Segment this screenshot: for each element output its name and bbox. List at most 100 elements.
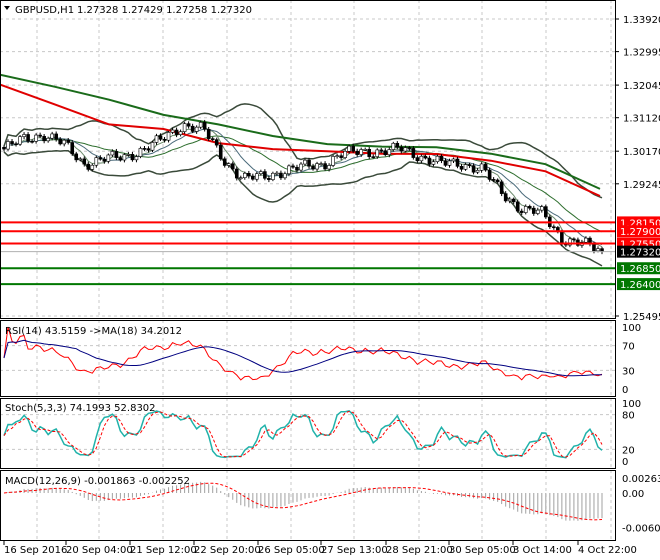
candle-body xyxy=(54,133,58,140)
time-tick-label: 3 Oct 14:00 xyxy=(513,545,572,556)
candle-body xyxy=(166,132,171,141)
candle-body xyxy=(303,159,307,165)
candle-body xyxy=(259,171,263,174)
candle-body xyxy=(363,149,368,151)
price-tick-label: 1.33920 xyxy=(623,15,660,26)
candle-body xyxy=(138,148,143,157)
candle-body xyxy=(158,135,163,140)
candle-body xyxy=(383,150,388,156)
candle-body xyxy=(295,166,299,171)
candle-body xyxy=(459,166,464,170)
candle-body xyxy=(102,158,107,162)
grid xyxy=(0,0,615,540)
time-tick-label: 16 Sep 2016 xyxy=(4,545,67,556)
candle-body xyxy=(415,157,420,162)
candle-body xyxy=(150,142,155,151)
candle-body xyxy=(234,168,239,179)
price-tick-label: 1.31120 xyxy=(623,114,660,125)
candle-body xyxy=(439,155,444,161)
candle-body xyxy=(263,171,267,179)
stoch-tick-label: 0 xyxy=(622,457,628,468)
candle-body xyxy=(30,140,34,143)
candle-body xyxy=(238,177,243,179)
candle-body xyxy=(327,165,331,170)
candle-body xyxy=(495,179,500,183)
candle-body xyxy=(359,149,363,155)
candle-body xyxy=(214,139,219,146)
collapse-triangle-icon[interactable] xyxy=(4,6,10,10)
candle-body xyxy=(247,172,251,177)
candle-body xyxy=(170,129,175,133)
candle-body xyxy=(58,138,62,145)
candle-body xyxy=(491,179,496,181)
candle-body xyxy=(367,149,372,157)
time-tick-label: 21 Sep 12:00 xyxy=(130,545,197,556)
candle-body xyxy=(584,237,588,243)
candle-body xyxy=(423,155,428,159)
candle-body xyxy=(351,145,355,152)
candle-body xyxy=(311,165,315,170)
candle-body xyxy=(343,150,347,158)
stoch-tick-label: 80 xyxy=(622,411,635,422)
price-tick-label: 1.30170 xyxy=(623,147,660,158)
candle-body xyxy=(395,142,400,148)
stoch-tick-label: 20 xyxy=(622,445,635,456)
macd-tick-label: -0.006057 xyxy=(622,523,660,534)
candle-body xyxy=(447,160,452,166)
candle-body xyxy=(198,122,203,128)
candle-body xyxy=(255,173,259,180)
candle-body xyxy=(291,165,295,168)
candle-body xyxy=(110,151,115,156)
candle-body xyxy=(335,155,339,158)
candle-body xyxy=(74,153,79,161)
stoch-label: Stoch(5,3,3) 74.1993 52.8302 xyxy=(5,403,156,414)
candle-body xyxy=(118,157,123,161)
candle-body xyxy=(154,135,159,143)
resistance-price-label: 1.27900 xyxy=(620,227,660,238)
candle-body xyxy=(126,154,131,156)
candle-body xyxy=(287,165,291,175)
stoch-tick-label: 100 xyxy=(622,399,641,410)
candle-body xyxy=(331,156,335,166)
candle-body xyxy=(6,141,10,150)
candle-body xyxy=(230,163,235,170)
candle-body xyxy=(34,134,38,142)
candle-body xyxy=(475,170,480,173)
macd-signal-line xyxy=(3,482,603,521)
candle-body xyxy=(572,238,576,241)
candle-body xyxy=(523,206,528,213)
candle-body xyxy=(222,158,227,166)
candle-body xyxy=(46,137,50,142)
symbol-title: GBPUSD,H1 xyxy=(15,5,74,16)
candle-body xyxy=(471,165,476,173)
chart-svg: 1.33920 1.32995 1.32045 1.31120 1.30170 1.292… xyxy=(0,0,660,556)
time-tick-label: 20 Sep 04:00 xyxy=(66,545,133,556)
support-price-label: 1.26400 xyxy=(620,280,660,291)
candle-body xyxy=(323,163,327,170)
candle-body xyxy=(515,201,520,212)
candle-body xyxy=(427,157,432,165)
candle-body xyxy=(106,154,111,162)
macd-panel xyxy=(3,481,603,521)
candle-body xyxy=(419,155,424,162)
candle-body xyxy=(527,206,532,209)
candle-body xyxy=(90,164,95,170)
time-tick-label: 22 Sep 20:00 xyxy=(194,545,261,556)
rsi-tick-label: 100 xyxy=(622,323,641,334)
candle-body xyxy=(375,149,380,157)
candle-body xyxy=(202,122,207,130)
candle-body xyxy=(544,206,548,218)
candle-body xyxy=(519,210,524,213)
candle-body xyxy=(315,163,319,170)
candle-body xyxy=(560,231,564,245)
candle-body xyxy=(387,149,392,156)
candle-body xyxy=(279,172,283,179)
time-tick-label: 27 Sep 13:00 xyxy=(321,545,388,556)
candle-body xyxy=(379,149,384,152)
candle-body xyxy=(18,136,22,145)
candle-body xyxy=(82,158,87,165)
candle-body xyxy=(455,158,460,167)
candle-body xyxy=(194,126,199,132)
rsi-tick-label: 30 xyxy=(622,366,635,377)
candle-body xyxy=(503,193,508,202)
